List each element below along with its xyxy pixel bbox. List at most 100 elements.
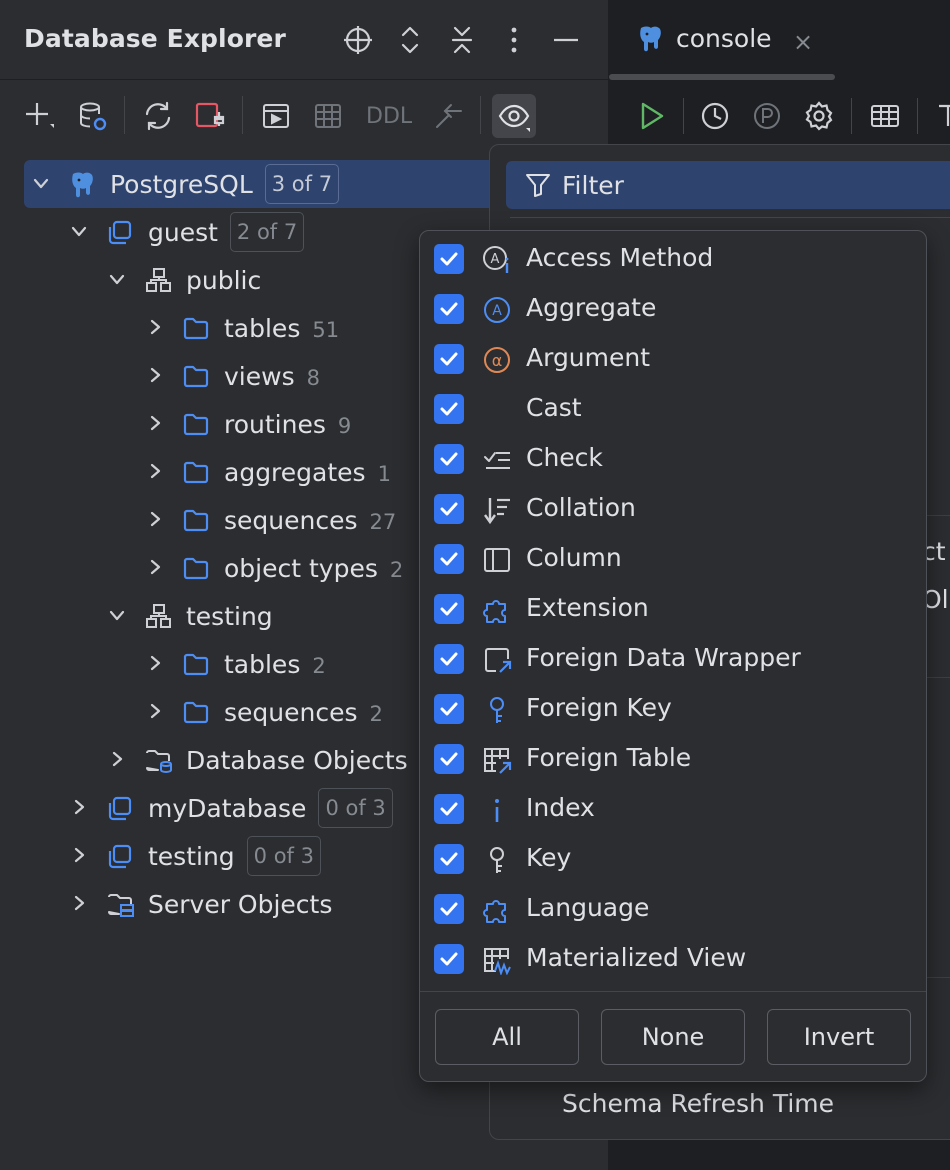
filter-checkbox[interactable] <box>434 844 464 874</box>
filter-checkbox[interactable] <box>434 394 464 424</box>
chevron-right-icon[interactable] <box>144 652 166 674</box>
chevron-right-icon[interactable] <box>144 460 166 482</box>
separator <box>420 991 926 992</box>
filter-item-label: Foreign Key <box>526 693 672 722</box>
filter-checkbox[interactable] <box>434 644 464 674</box>
toolbar-separator <box>851 98 852 134</box>
chevron-right-icon[interactable] <box>68 796 90 818</box>
filter-checkbox[interactable] <box>434 594 464 624</box>
chevron-right-icon[interactable] <box>144 700 166 722</box>
filter-checkbox[interactable] <box>434 794 464 824</box>
chevron-right-icon[interactable] <box>144 508 166 530</box>
filter-item[interactable]: Key <box>420 833 926 883</box>
filter-checkbox[interactable] <box>434 694 464 724</box>
filter-checkbox[interactable] <box>434 244 464 274</box>
chevron-right-icon[interactable] <box>144 556 166 578</box>
minimize-icon[interactable] <box>548 22 584 58</box>
filter-item[interactable]: Foreign Data Wrapper <box>420 633 926 683</box>
invert-selection-button[interactable]: Invert <box>767 1009 911 1065</box>
filter-checkbox[interactable] <box>434 894 464 924</box>
filter-item[interactable]: Column <box>420 533 926 583</box>
select-all-button[interactable]: All <box>435 1009 579 1065</box>
filter-item[interactable]: Cast <box>420 383 926 433</box>
svg-text:A: A <box>492 303 502 319</box>
tree-node-label: Server Objects <box>148 890 332 919</box>
filter-item[interactable]: Collation <box>420 483 926 533</box>
more-options-icon[interactable] <box>496 22 532 58</box>
result-table-icon[interactable] <box>865 96 905 136</box>
filter-item[interactable]: Language <box>420 883 926 933</box>
filter-checkbox[interactable] <box>434 294 464 324</box>
tab-console[interactable]: console × <box>609 0 835 80</box>
tree-node-label: Database Objects <box>186 746 408 775</box>
collapse-all-icon[interactable] <box>444 22 480 58</box>
tree-node-label: aggregates <box>224 458 366 487</box>
filter-item[interactable]: Foreign Table <box>420 733 926 783</box>
filter-checkbox[interactable] <box>434 944 464 974</box>
node-filter-badge: 2 of 7 <box>230 212 304 252</box>
filter-item[interactable]: Extension <box>420 583 926 633</box>
filter-item-label: Extension <box>526 593 649 622</box>
settings-icon[interactable] <box>799 96 839 136</box>
filter-item[interactable]: Foreign Key <box>420 683 926 733</box>
locate-icon[interactable] <box>340 22 376 58</box>
chevron-right-icon[interactable] <box>144 412 166 434</box>
select-none-button[interactable]: None <box>601 1009 745 1065</box>
jump-to-source-icon <box>426 94 470 138</box>
checkmark-icon <box>438 248 460 270</box>
view-options-icon[interactable] <box>492 94 536 138</box>
chevron-down-icon[interactable] <box>106 604 128 626</box>
filter-item[interactable]: Check <box>420 433 926 483</box>
chevron-down-icon[interactable] <box>68 220 90 242</box>
schema-refresh-time-item[interactable]: Schema Refresh Time <box>562 1089 834 1118</box>
history-icon[interactable] <box>695 96 735 136</box>
chevron-down-icon[interactable] <box>106 268 128 290</box>
filter-checkbox[interactable] <box>434 494 464 524</box>
filter-menu-item[interactable]: Filter <box>506 161 950 209</box>
jump-to-console-icon[interactable] <box>254 94 298 138</box>
filter-item[interactable]: AAggregate <box>420 283 926 333</box>
filter-item[interactable]: Index <box>420 783 926 833</box>
run-icon[interactable] <box>631 96 671 136</box>
filter-checkbox[interactable] <box>434 744 464 774</box>
foreign-key-icon <box>482 695 512 725</box>
disconnect-icon[interactable] <box>188 94 232 138</box>
filter-item-label: Foreign Data Wrapper <box>526 643 801 672</box>
chevron-down-icon[interactable] <box>30 172 52 194</box>
filter-item-label: Index <box>526 793 595 822</box>
filter-checkbox[interactable] <box>434 444 464 474</box>
filter-checkbox[interactable] <box>434 344 464 374</box>
chevron-right-icon[interactable] <box>68 844 90 866</box>
filter-item-label: Language <box>526 893 649 922</box>
text-icon[interactable] <box>927 96 950 136</box>
close-tab-icon[interactable]: × <box>793 28 813 56</box>
filter-item[interactable]: Materialized View <box>420 933 926 983</box>
chevron-right-icon[interactable] <box>68 892 90 914</box>
access-method-icon: A <box>482 245 512 275</box>
refresh-icon[interactable] <box>136 94 180 138</box>
postgresql-elephant-icon <box>635 24 665 54</box>
expand-all-icon[interactable] <box>392 22 428 58</box>
filter-item-label: Check <box>526 443 603 472</box>
chevron-right-icon[interactable] <box>106 748 128 770</box>
filter-item-label: Argument <box>526 343 650 372</box>
node-filter-badge: 0 of 3 <box>318 788 392 828</box>
checkmark-icon <box>438 548 460 570</box>
toolbar-separator <box>917 98 918 134</box>
foreign-data-wrapper-icon <box>482 645 512 675</box>
database-icon <box>106 218 134 246</box>
tree-node-label: object types <box>224 554 378 583</box>
checkmark-icon <box>438 648 460 670</box>
tree-node-label: public <box>186 266 261 295</box>
add-icon[interactable] <box>18 94 62 138</box>
filter-item[interactable]: αArgument <box>420 333 926 383</box>
chevron-right-icon[interactable] <box>144 364 166 386</box>
tree-node-label: PostgreSQL <box>110 170 253 199</box>
data-source-properties-icon[interactable] <box>70 94 114 138</box>
check-constraint-icon <box>482 445 512 475</box>
node-count: 9 <box>338 414 351 438</box>
column-icon <box>482 545 512 575</box>
filter-item[interactable]: AAccess Method <box>420 233 926 283</box>
filter-checkbox[interactable] <box>434 544 464 574</box>
chevron-right-icon[interactable] <box>144 316 166 338</box>
